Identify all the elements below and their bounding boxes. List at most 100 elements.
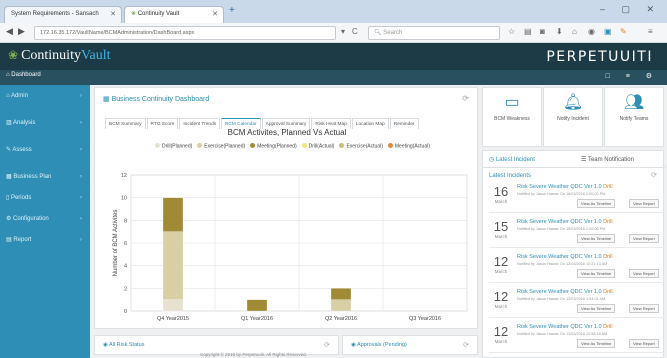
dropdown-icon[interactable]: ▾ (341, 27, 345, 36)
sidebar-item-admin[interactable]: ⌂ Admin › (0, 89, 90, 103)
sidebar-item-analysis[interactable]: ▥ Analysis › (0, 116, 90, 130)
reload-icon[interactable]: C (352, 27, 358, 36)
incident-title-text: Risk Severe Weather QDC Ver 1.0 (517, 219, 602, 225)
dashboard-link[interactable]: ⌂ Dashboard (6, 72, 41, 78)
incident-title[interactable]: Risk Severe Weather QDC Ver 1.0 Drill (517, 289, 613, 295)
refresh-icon[interactable]: ⟳ (324, 341, 330, 349)
view-as-timeline-button[interactable]: View As Timeline (577, 304, 616, 313)
brand-logo: PERPETUUITI (546, 49, 653, 65)
header-icons[interactable]: □ ≡ ⚙ (606, 72, 659, 80)
download-icon[interactable]: ⬇ (556, 27, 563, 36)
reading-list-icon[interactable]: ▤ (524, 27, 532, 36)
tab-latest-incident[interactable]: ◷ Latest Incident (489, 156, 535, 163)
view-report-button[interactable]: View Report (629, 269, 659, 278)
incident-item[interactable]: 15 March Risk Severe Weather QDC Ver 1.0 D… (489, 218, 664, 248)
incident-title[interactable]: Risk Severe Weather QDC Ver 1.0 Drill (517, 324, 613, 330)
sidebar-item-periods[interactable]: ▯ Periods › (0, 191, 90, 205)
y-tick-label: 4 (124, 264, 127, 270)
team-icon: 👥︎ (623, 94, 645, 111)
menu-icon[interactable]: ≡ (648, 27, 653, 36)
sidebar-item-business-plan[interactable]: ▦ Business Plan › (0, 170, 90, 184)
incident-item[interactable]: 12 March Risk Severe Weather QDC Ver 1.0 D… (489, 253, 664, 283)
incident-title-text: Risk Severe Weather QDC Ver 1.0 (517, 254, 602, 260)
logo-icon: ❀ (8, 48, 19, 62)
panel-title: ◉ Approvals (Pending) (351, 342, 407, 348)
x-tick-label: Q3 Year2016 (409, 316, 441, 322)
panel-title: ◉ All Risk Status (103, 342, 145, 348)
clock-icon: ◷ (489, 157, 496, 163)
incident-notified-text: Notified by Jasus Hawan On 15/03/2016 2:… (517, 227, 606, 231)
bar-segment (162, 299, 184, 312)
sidebar-item-label: Assess (12, 147, 32, 153)
incident-item[interactable]: 12 March Risk Severe Weather QDC Ver 1.0 D… (489, 288, 664, 318)
app-header: ❀ ContinuityVault PERPETUUITI (0, 43, 667, 70)
refresh-icon[interactable]: ⟳ (651, 171, 657, 179)
sidebar-item-report[interactable]: ▤ Report › (0, 233, 90, 247)
search-icon: 🔍︎ (374, 30, 384, 36)
browser-toolbar: ◀ ▶ 172.16.35.172/VaultName/BCMAdministr… (0, 23, 667, 43)
new-tab-button[interactable]: + (229, 5, 235, 16)
y-tick-label: 2 (124, 286, 127, 292)
view-report-button[interactable]: View Report (629, 304, 659, 313)
pocket-icon[interactable]: ◙ (540, 27, 545, 36)
chevron-right-icon: › (80, 93, 82, 99)
tab-label: Team Notification (587, 157, 634, 163)
addon-icon[interactable]: ✎ (620, 27, 627, 36)
view-as-timeline-button[interactable]: View As Timeline (577, 199, 616, 208)
forward-icon[interactable]: ▶ (18, 26, 25, 37)
tab-label: Continuity Vault (137, 11, 180, 17)
browser-tab-continuity-vault[interactable]: ❀ Continuity Vault ✕ (124, 6, 224, 23)
sidebar-item-configuration[interactable]: ⚙ Configuration › (0, 212, 90, 226)
url-field[interactable]: 172.16.35.172/VaultName/BCMAdministratio… (34, 26, 336, 40)
sync-icon[interactable]: ◉ (588, 27, 595, 36)
incident-title[interactable]: Risk Severe Weather QDC Ver 1.0 Drill (517, 254, 613, 260)
incident-notified-text: Notified by Jasus Hawan On 12/03/2016 12… (517, 332, 608, 336)
window-controls[interactable]: – ▢ ✕ (600, 4, 661, 15)
notify-incident-tile[interactable]: 🔔︎ Notify Incident (543, 87, 603, 147)
view-report-button[interactable]: View Report (629, 199, 659, 208)
logo-accent: Vault (80, 48, 111, 63)
tile-label: Notify Incident (557, 116, 589, 122)
notify-teams-tile[interactable]: 👥︎ Notify Teams (604, 87, 664, 147)
sidebar-item-label: Admin (10, 93, 28, 99)
gear-icon: ⚙ (6, 216, 14, 222)
back-icon[interactable]: ◀ (6, 26, 13, 37)
incident-day: 16 (493, 184, 509, 199)
sidebar-item-label: Report (13, 237, 32, 243)
sidebar-item-assess[interactable]: ✎ Assess › (0, 143, 90, 157)
view-as-timeline-button[interactable]: View As Timeline (577, 339, 616, 348)
bookmark-star-icon[interactable]: ☆ (508, 27, 515, 36)
incident-month: March (494, 234, 508, 239)
search-input[interactable]: 🔍︎ Search (368, 26, 500, 40)
incident-item[interactable]: 12 March Risk Severe Weather QDC Ver 1.0 D… (489, 323, 664, 353)
incident-title[interactable]: Risk Severe Weather QDC Ver 1.0 Drill (517, 184, 613, 190)
bar-segment (162, 197, 184, 232)
bcm-weakness-tile[interactable]: ▭ BCM Weakness (482, 87, 542, 147)
tab-team-notification[interactable]: ☰ Team Notification (581, 156, 634, 163)
close-tab-icon[interactable]: ✕ (110, 7, 116, 22)
incident-title-text: Risk Severe Weather QDC Ver 1.0 (517, 324, 602, 330)
view-report-button[interactable]: View Report (629, 234, 659, 243)
view-as-timeline-button[interactable]: View As Timeline (577, 234, 616, 243)
sidebar: ⌂ Admin › ▥ Analysis › ✎ Assess › ▦ Busines… (0, 85, 90, 358)
view-as-timeline-button[interactable]: View As Timeline (577, 269, 616, 278)
app-logo[interactable]: ❀ ContinuityVault (8, 48, 111, 64)
window-controls-label[interactable]: – ▢ ✕ (600, 4, 661, 14)
incident-day: 12 (493, 324, 509, 339)
browser-tab-system-requirements[interactable]: System Requirements - Sansach ✕ (4, 6, 122, 23)
divider (483, 167, 665, 168)
incident-title[interactable]: Risk Severe Weather QDC Ver 1.0 Drill (517, 219, 613, 225)
incident-title-text: Risk Severe Weather QDC Ver 1.0 (517, 289, 602, 295)
extension-icon[interactable]: ▣ (604, 27, 612, 36)
bar-segment (246, 299, 268, 312)
home-icon[interactable]: ⌂ (572, 27, 577, 36)
tab-label: System Requirements - Sansach (11, 11, 99, 17)
view-report-button[interactable]: View Report (629, 339, 659, 348)
incident-item[interactable]: 16 March Risk Severe Weather QDC Ver 1.0 D… (489, 183, 664, 213)
bcm-dashboard-panel: ▦ Business Continuity Dashboard ⟳ BCM Su… (94, 87, 478, 329)
refresh-icon[interactable]: ⟳ (463, 341, 469, 349)
x-tick-label: Q4 Year2015 (157, 316, 189, 322)
chevron-right-icon: › (80, 120, 82, 126)
bar-segment (330, 288, 352, 300)
close-tab-icon[interactable]: ✕ (212, 7, 218, 22)
